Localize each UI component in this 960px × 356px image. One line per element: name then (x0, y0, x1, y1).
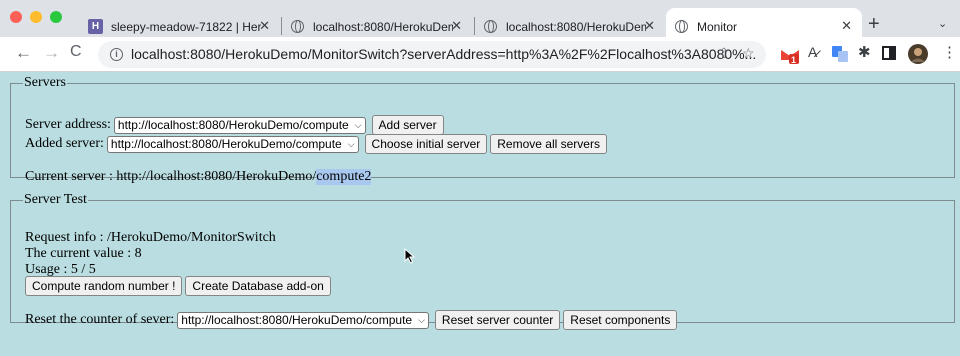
server-address-row: Server address: http://localhost:8080/He… (25, 115, 444, 135)
share-icon[interactable]: ⇧ (718, 45, 730, 62)
tab-title: localhost:8080/HerokuDemo (313, 19, 453, 34)
choose-initial-server-button[interactable]: Choose initial server (364, 134, 488, 154)
added-server-label: Added server: (25, 136, 104, 151)
server-address-select[interactable]: http://localhost:8080/HerokuDemo/compute… (113, 116, 366, 134)
globe-icon (674, 19, 689, 34)
chevron-down-icon: ⌵ (418, 314, 425, 325)
globe-icon (290, 19, 305, 34)
current-server-text: Current server : http://localhost:8080/H… (25, 169, 317, 184)
bookmark-star-icon[interactable]: ☆ (742, 45, 755, 62)
server-test-legend: Server Test (24, 192, 87, 207)
reload-icon[interactable]: C (70, 43, 82, 61)
create-database-addon-button[interactable]: Create Database add-on (185, 276, 331, 296)
add-server-button[interactable]: Add server (371, 115, 444, 135)
close-icon[interactable]: ✕ (644, 18, 655, 34)
tab-search-button[interactable]: ⌄ (938, 17, 947, 30)
servers-legend: Servers (24, 75, 66, 90)
chevron-down-icon: ⌵ (347, 138, 355, 149)
remove-all-servers-button[interactable]: Remove all servers (490, 134, 607, 154)
gmail-extension-icon[interactable] (780, 46, 800, 69)
translate-extension-icon[interactable] (832, 46, 848, 67)
tab-title: sleepy-meadow-71822 | Her (111, 19, 261, 34)
page-body: Servers Server address: http://localhost… (0, 73, 960, 356)
gmail-badge: 1 (791, 55, 797, 65)
profile-avatar[interactable] (908, 44, 928, 69)
server-address-label: Server address: (25, 117, 111, 132)
close-window-button[interactable] (10, 11, 22, 23)
current-server-row: Current server : http://localhost:8080/H… (25, 169, 372, 185)
server-test-fieldset: Server Test Request info : /HerokuDemo/M… (10, 192, 955, 330)
added-server-value: http://localhost:8080/HerokuDemo/compute (110, 137, 342, 151)
added-server-select[interactable]: http://localhost:8080/HerokuDemo/compute… (106, 135, 359, 153)
servers-fieldset: Servers Server address: http://localhost… (10, 75, 955, 185)
url-text[interactable]: localhost:8080/HerokuDemo/MonitorSwitch?… (131, 46, 756, 62)
close-icon[interactable]: ✕ (841, 18, 852, 34)
browser-toolbar: ← → C i localhost:8080/HerokuDemo/Monito… (0, 37, 960, 72)
tab-title: localhost:8080/HerokuDemo (506, 19, 646, 34)
chevron-down-icon: ⌵ (354, 119, 362, 130)
spellcheck-extension-icon[interactable]: A̷ (808, 44, 817, 60)
close-icon[interactable]: ✕ (259, 18, 270, 34)
new-tab-button[interactable]: + (868, 13, 880, 36)
compute-random-number-button[interactable]: Compute random number ! (25, 276, 183, 296)
reset-counter-label: Reset the counter of sever: (25, 312, 175, 327)
selected-text: compute2 (316, 169, 372, 185)
request-info-text: Request info : /HerokuDemo/MonitorSwitch (25, 230, 276, 245)
heroku-icon: H (88, 19, 103, 34)
reset-server-select[interactable]: http://localhost:8080/HerokuDemo/compute… (177, 311, 429, 329)
mouse-cursor-icon (404, 247, 416, 269)
reset-server-value: http://localhost:8080/HerokuDemo/compute (181, 313, 413, 327)
minimize-window-button[interactable] (30, 11, 42, 23)
globe-icon (483, 19, 498, 34)
reset-counter-row: Reset the counter of sever: http://local… (25, 310, 678, 330)
side-panel-icon[interactable] (882, 46, 896, 65)
info-icon[interactable]: i (110, 48, 123, 61)
zoom-window-button[interactable] (50, 11, 62, 23)
reset-components-button[interactable]: Reset components (563, 310, 678, 330)
reset-server-counter-button[interactable]: Reset server counter (434, 310, 561, 330)
server-address-value: http://localhost:8080/HerokuDemo/compute (117, 118, 349, 132)
current-value-text: The current value : 8 (25, 246, 142, 261)
tab-title: Monitor (697, 19, 738, 34)
browser-menu-icon[interactable]: ⋮ (942, 43, 957, 61)
forward-arrow-icon[interactable]: → (43, 43, 60, 63)
back-arrow-icon[interactable]: ← (15, 43, 32, 63)
test-buttons-row: Compute random number ! Create Database … (22, 276, 331, 296)
added-server-row: Added server: http://localhost:8080/Hero… (25, 134, 607, 154)
close-icon[interactable]: ✕ (451, 18, 462, 34)
address-bar[interactable]: i localhost:8080/HerokuDemo/MonitorSwitc… (98, 41, 766, 68)
extensions-puzzle-icon[interactable]: ✱ (858, 43, 871, 61)
